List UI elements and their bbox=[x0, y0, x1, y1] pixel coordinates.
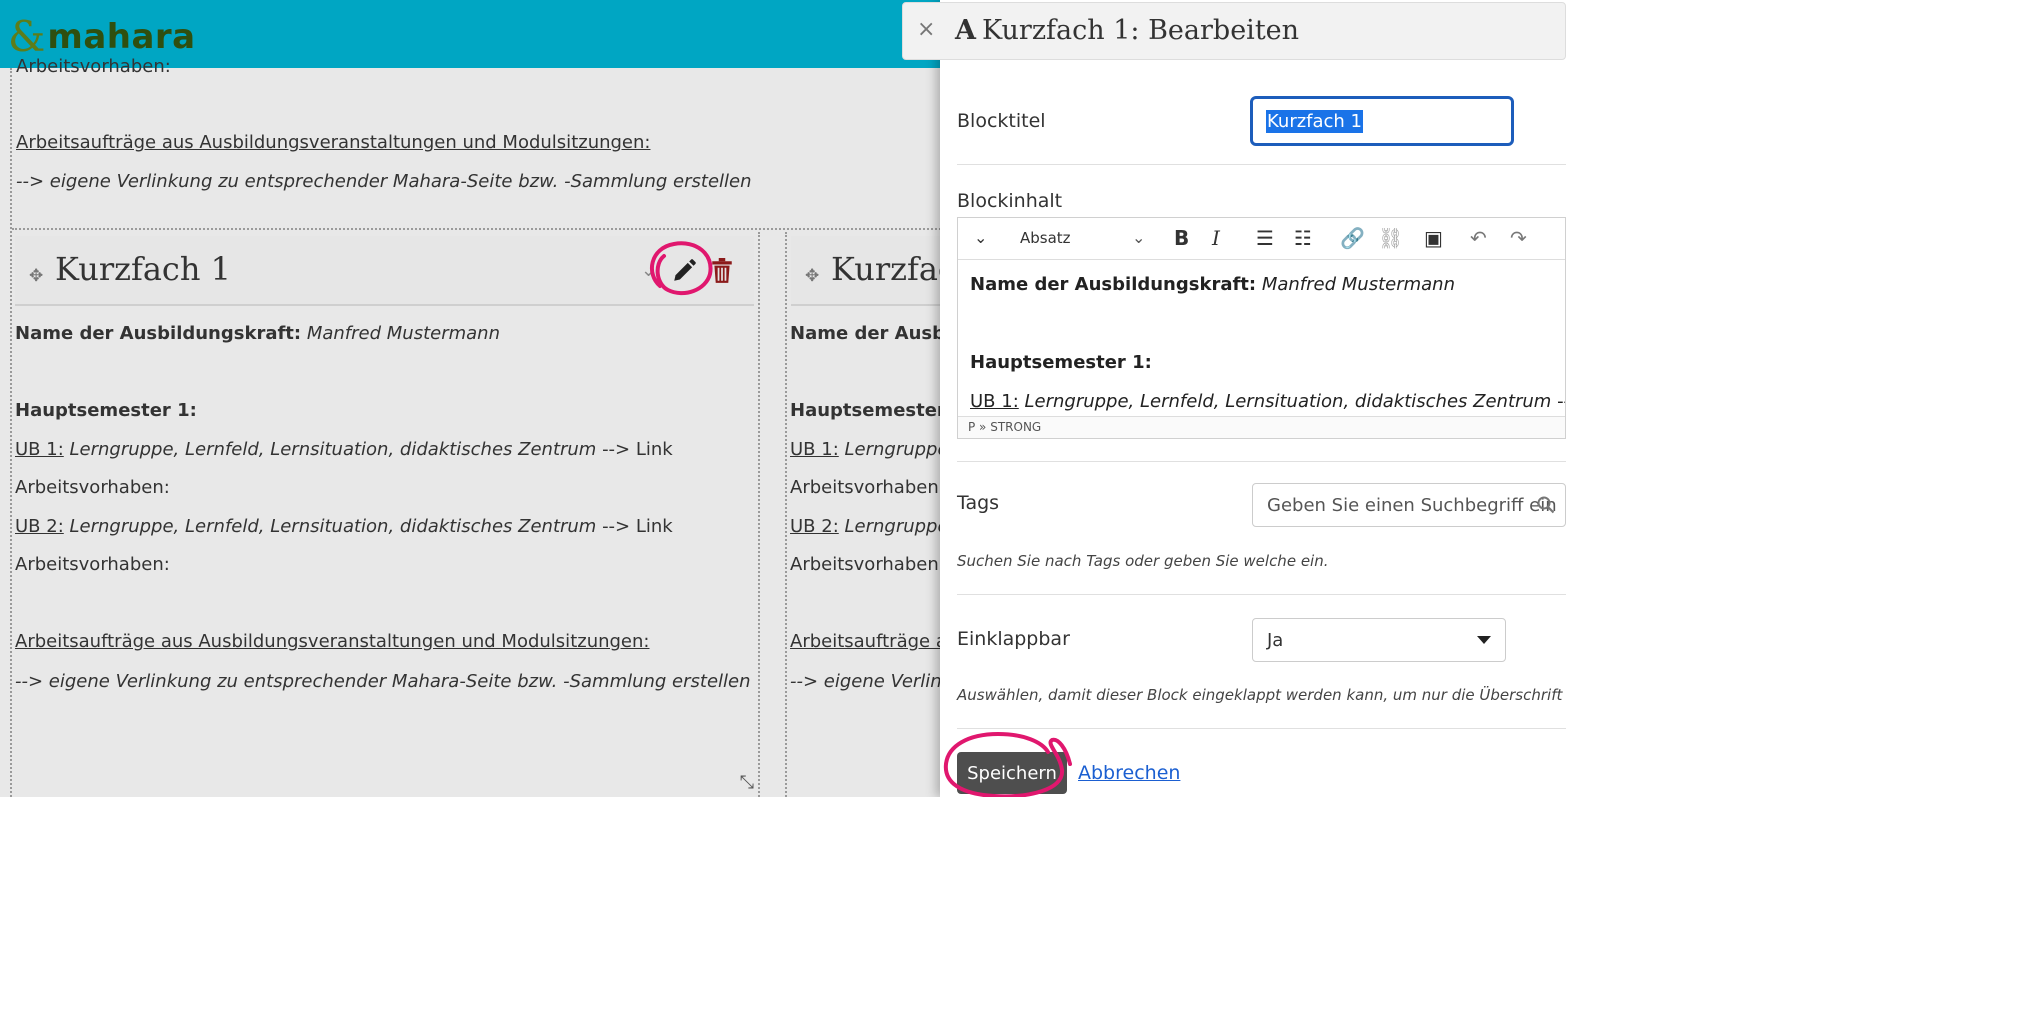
editor-name-value: Manfred Mustermann bbox=[1256, 274, 1455, 295]
mahara-logo[interactable]: & mahara bbox=[8, 8, 196, 62]
tags-search-input[interactable]: Geben Sie einen Suchbegriff ein bbox=[1252, 483, 1566, 527]
arbeitsvorhaben-1: Arbeitsvorhaben: bbox=[15, 477, 170, 498]
toolbar-toggle-icon[interactable]: ⌄ bbox=[974, 228, 987, 247]
tags-label: Tags bbox=[957, 492, 1000, 514]
rich-text-editor[interactable]: ⌄ Absatz ⌄ B I ☰ ☷ 🔗 ⛓ ▣ ↶ ↷ Name der Au… bbox=[957, 217, 1566, 439]
editor-element-path: P » STRONG bbox=[958, 416, 1565, 438]
cancel-link[interactable]: Abbrechen bbox=[1078, 762, 1180, 784]
drawer-title-text: Kurzfach 1: Bearbeiten bbox=[981, 15, 1300, 46]
collapsible-help: Auswählen, damit dieser Block eingeklapp… bbox=[957, 686, 1566, 704]
redo-icon[interactable]: ↷ bbox=[1510, 226, 1527, 250]
move-icon[interactable]: ✥ bbox=[29, 266, 43, 286]
screen: & mahara Arbeitsvorhaben: Arbeitsaufträg… bbox=[0, 0, 1566, 797]
ub2-link[interactable]: UB 2: bbox=[790, 516, 839, 537]
name-label: Name der Ausbildungskraft: bbox=[15, 323, 302, 344]
top-tasks-link[interactable]: Arbeitsaufträge aus Ausbildungsveranstal… bbox=[16, 132, 650, 153]
chevron-down-icon[interactable]: ⌄ bbox=[641, 260, 656, 281]
block-header: ✥ Kurzfach 1 ⌄ bbox=[15, 236, 754, 306]
editor-line-ub1: UB 1: Lerngruppe, Lernfeld, Lernsituatio… bbox=[970, 391, 1565, 412]
top-cut-text: Arbeitsvorhaben: bbox=[16, 56, 171, 77]
editor-ub1-link: --> Link bbox=[1557, 391, 1565, 412]
ub1-link[interactable]: UB 1: bbox=[790, 439, 839, 460]
unlink-icon[interactable]: ⛓ bbox=[1378, 226, 1403, 250]
divider bbox=[957, 164, 1566, 165]
block-kurzfach-2: ✥ Kurzfac Name der Ausbild Hauptsemester… bbox=[785, 232, 971, 797]
ub2-text: Lerngruppe, Lernfeld, Lernsituation, did… bbox=[63, 516, 597, 537]
italic-icon[interactable]: I bbox=[1212, 226, 1220, 250]
ub1-link[interactable]: UB 1: bbox=[15, 439, 64, 460]
resize-handle-icon[interactable]: ⤡ bbox=[740, 772, 754, 793]
ub1-text: Lerngruppe, Lernfeld, Lernsituation, did… bbox=[63, 439, 597, 460]
tags-help: Suchen Sie nach Tags oder geben Sie welc… bbox=[957, 552, 1329, 570]
editor-ub1-label: UB 1: bbox=[970, 391, 1019, 412]
ub2-link[interactable]: UB 2: bbox=[15, 516, 64, 537]
tasks-note: --> eigene Verlinkung zu entsprechender … bbox=[15, 671, 751, 692]
block-title: Kurzfach 1 bbox=[55, 250, 231, 288]
move-icon[interactable]: ✥ bbox=[805, 266, 819, 286]
save-button[interactable]: Speichern bbox=[957, 752, 1067, 794]
undo-icon[interactable]: ↶ bbox=[1470, 226, 1487, 250]
close-icon[interactable]: × bbox=[917, 17, 935, 42]
collapsible-select[interactable]: Ja bbox=[1252, 618, 1506, 662]
chevron-down-icon[interactable]: ⌄ bbox=[1132, 228, 1145, 247]
arbeitsvorhaben-2: Arbeitsvorhaben: bbox=[15, 554, 170, 575]
ub2-line: UB 2: Lerngruppe, Lernfeld, Lernsituatio… bbox=[15, 516, 673, 537]
drawer-header: × A Kurzfach 1: Bearbeiten bbox=[902, 2, 1566, 60]
link-icon[interactable]: 🔗 bbox=[1340, 226, 1365, 250]
blocktitle-value: Kurzfach 1 bbox=[1266, 109, 1364, 133]
logo-mark: & bbox=[8, 12, 46, 61]
page-content: Arbeitsvorhaben: Arbeitsaufträge aus Aus… bbox=[0, 56, 971, 797]
numbered-list-icon[interactable]: ☷ bbox=[1294, 226, 1312, 250]
block-header: ✥ Kurzfac bbox=[791, 236, 956, 306]
pencil-edit-icon[interactable] bbox=[671, 258, 697, 284]
logo-text: mahara bbox=[47, 17, 196, 57]
caret-down-icon bbox=[1477, 636, 1491, 644]
divider bbox=[957, 461, 1566, 462]
semester-heading: Hauptsemester 1: bbox=[15, 400, 197, 421]
editor-toolbar: ⌄ Absatz ⌄ B I ☰ ☷ 🔗 ⛓ ▣ ↶ ↷ bbox=[958, 218, 1565, 260]
block-kurzfach-1: ✥ Kurzfach 1 ⌄ Name der Ausbildungskraft… bbox=[12, 232, 760, 797]
ub1-line: UB 1: Lerngruppe, Lernfeld, Lernsituatio… bbox=[15, 439, 673, 460]
text-block-icon: A bbox=[955, 15, 976, 46]
arbeitsvorhaben-2: Arbeitsvorhaben: bbox=[790, 554, 945, 575]
divider bbox=[957, 728, 1566, 729]
ub1-arrow-link: --> Link bbox=[596, 439, 673, 460]
arbeitsvorhaben-1: Arbeitsvorhaben: bbox=[790, 477, 945, 498]
blocktitle-label: Blocktitel bbox=[957, 110, 1046, 132]
row-separator bbox=[12, 228, 945, 230]
tags-placeholder: Geben Sie einen Suchbegriff ein bbox=[1267, 494, 1557, 516]
editor-line-semester: Hauptsemester 1: bbox=[970, 352, 1152, 373]
editor-ub1-text: Lerngruppe, Lernfeld, Lernsituation, did… bbox=[1018, 391, 1552, 412]
blocktitle-input[interactable]: Kurzfach 1 bbox=[1250, 96, 1514, 146]
drawer-title: A Kurzfach 1: Bearbeiten bbox=[955, 15, 1299, 46]
editor-line-name: Name der Ausbildungskraft: Manfred Muste… bbox=[970, 274, 1455, 295]
block-config-drawer: × A Kurzfach 1: Bearbeiten Blocktitel Kur… bbox=[902, 0, 1566, 797]
image-icon[interactable]: ▣ bbox=[1424, 226, 1443, 250]
divider bbox=[957, 594, 1566, 595]
bold-icon[interactable]: B bbox=[1174, 226, 1189, 250]
editor-name-label: Name der Ausbildungskraft: bbox=[970, 274, 1257, 295]
name-value: Manfred Mustermann bbox=[301, 323, 500, 344]
tasks-link[interactable]: Arbeitsaufträge au bbox=[790, 631, 958, 652]
tasks-link[interactable]: Arbeitsaufträge aus Ausbildungsveranstal… bbox=[15, 631, 649, 652]
editor-content[interactable]: Name der Ausbildungskraft: Manfred Muste… bbox=[958, 260, 1565, 418]
bullet-list-icon[interactable]: ☰ bbox=[1256, 226, 1274, 250]
ub2-arrow-link: --> Link bbox=[596, 516, 673, 537]
collapsible-label: Einklappbar bbox=[957, 628, 1070, 650]
blockcontent-label: Blockinhalt bbox=[957, 190, 1063, 212]
search-icon[interactable] bbox=[1537, 496, 1555, 514]
name-line: Name der Ausbildungskraft: Manfred Muste… bbox=[15, 323, 500, 344]
collapsible-value: Ja bbox=[1267, 629, 1284, 651]
block-title: Kurzfac bbox=[831, 250, 956, 288]
top-tasks-note: --> eigene Verlinkung zu entsprechender … bbox=[16, 171, 752, 192]
trash-icon[interactable] bbox=[711, 258, 733, 284]
semester-heading: Hauptsemester 2 bbox=[790, 400, 965, 421]
format-select[interactable]: Absatz bbox=[1020, 229, 1071, 247]
